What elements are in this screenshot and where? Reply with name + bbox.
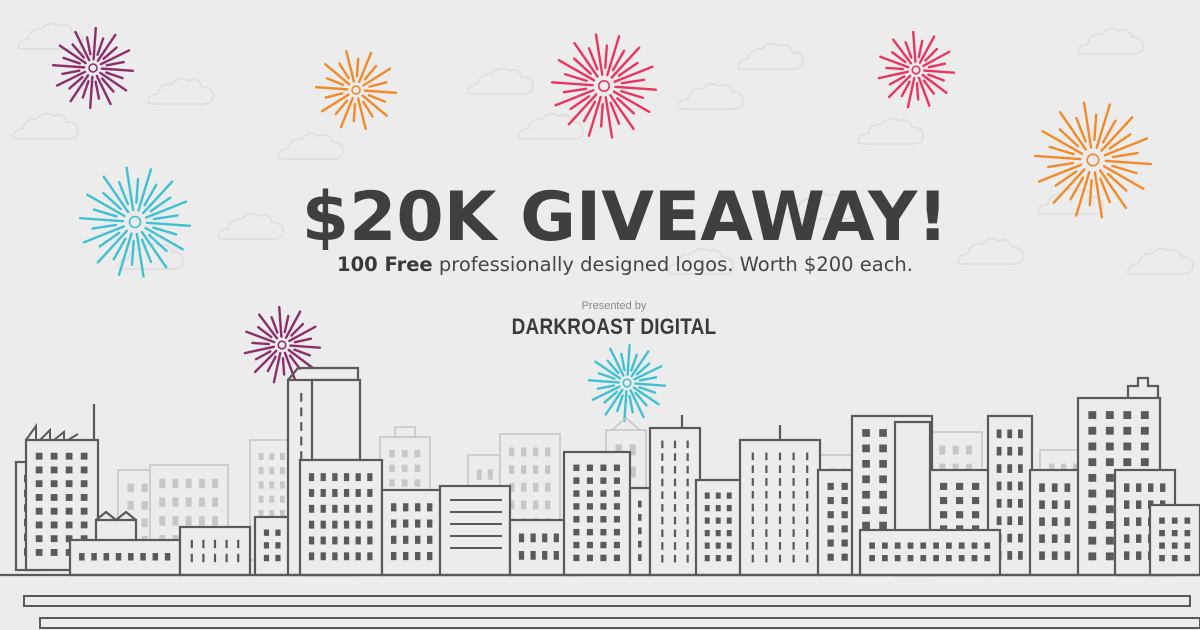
cloud-outline-icon <box>857 117 924 145</box>
firework-icon <box>314 49 398 131</box>
building-outline <box>253 515 292 577</box>
giveaway-banner: $20K GIVEAWAY! 100 Free professionally d… <box>0 0 1200 630</box>
brand-logo: DARKROAST DIGITAL <box>511 314 717 339</box>
building-outline <box>310 378 362 462</box>
building-outline <box>858 528 1002 577</box>
building-outline <box>178 525 252 577</box>
building-outline <box>738 438 822 577</box>
cloud-outline-icon <box>677 82 744 110</box>
cloud-outline-icon <box>277 132 344 160</box>
firework-icon <box>550 33 658 139</box>
building-outline <box>694 478 743 577</box>
subheadline: 100 Free professionally designed logos. … <box>0 251 1200 279</box>
subheadline-strong: 100 Free <box>337 253 433 276</box>
building-outline <box>648 426 702 577</box>
cloud-outline-icon <box>12 112 79 140</box>
subheadline-rest: professionally designed logos. Worth $20… <box>432 253 913 276</box>
cloud-outline-icon <box>737 42 804 70</box>
building-outline <box>562 450 632 577</box>
building-outline <box>68 538 182 577</box>
cloud-outline-icon <box>467 67 534 95</box>
cloud-outline-icon <box>517 112 584 140</box>
firework-icon <box>51 26 135 110</box>
ground-lines <box>0 573 1200 629</box>
building-outline <box>298 458 384 577</box>
building-outline <box>380 488 444 577</box>
building-outline <box>1148 503 1200 577</box>
presented-by-label: Presented by <box>581 300 647 312</box>
firework-icon <box>587 343 667 423</box>
building-outline <box>1028 468 1082 577</box>
headline: $20K GIVEAWAY! <box>301 178 949 257</box>
firework-icon <box>877 30 956 109</box>
building-outline <box>628 486 652 577</box>
cloud-outline-icon <box>147 77 214 105</box>
cloud-outline-icon <box>1077 27 1144 55</box>
